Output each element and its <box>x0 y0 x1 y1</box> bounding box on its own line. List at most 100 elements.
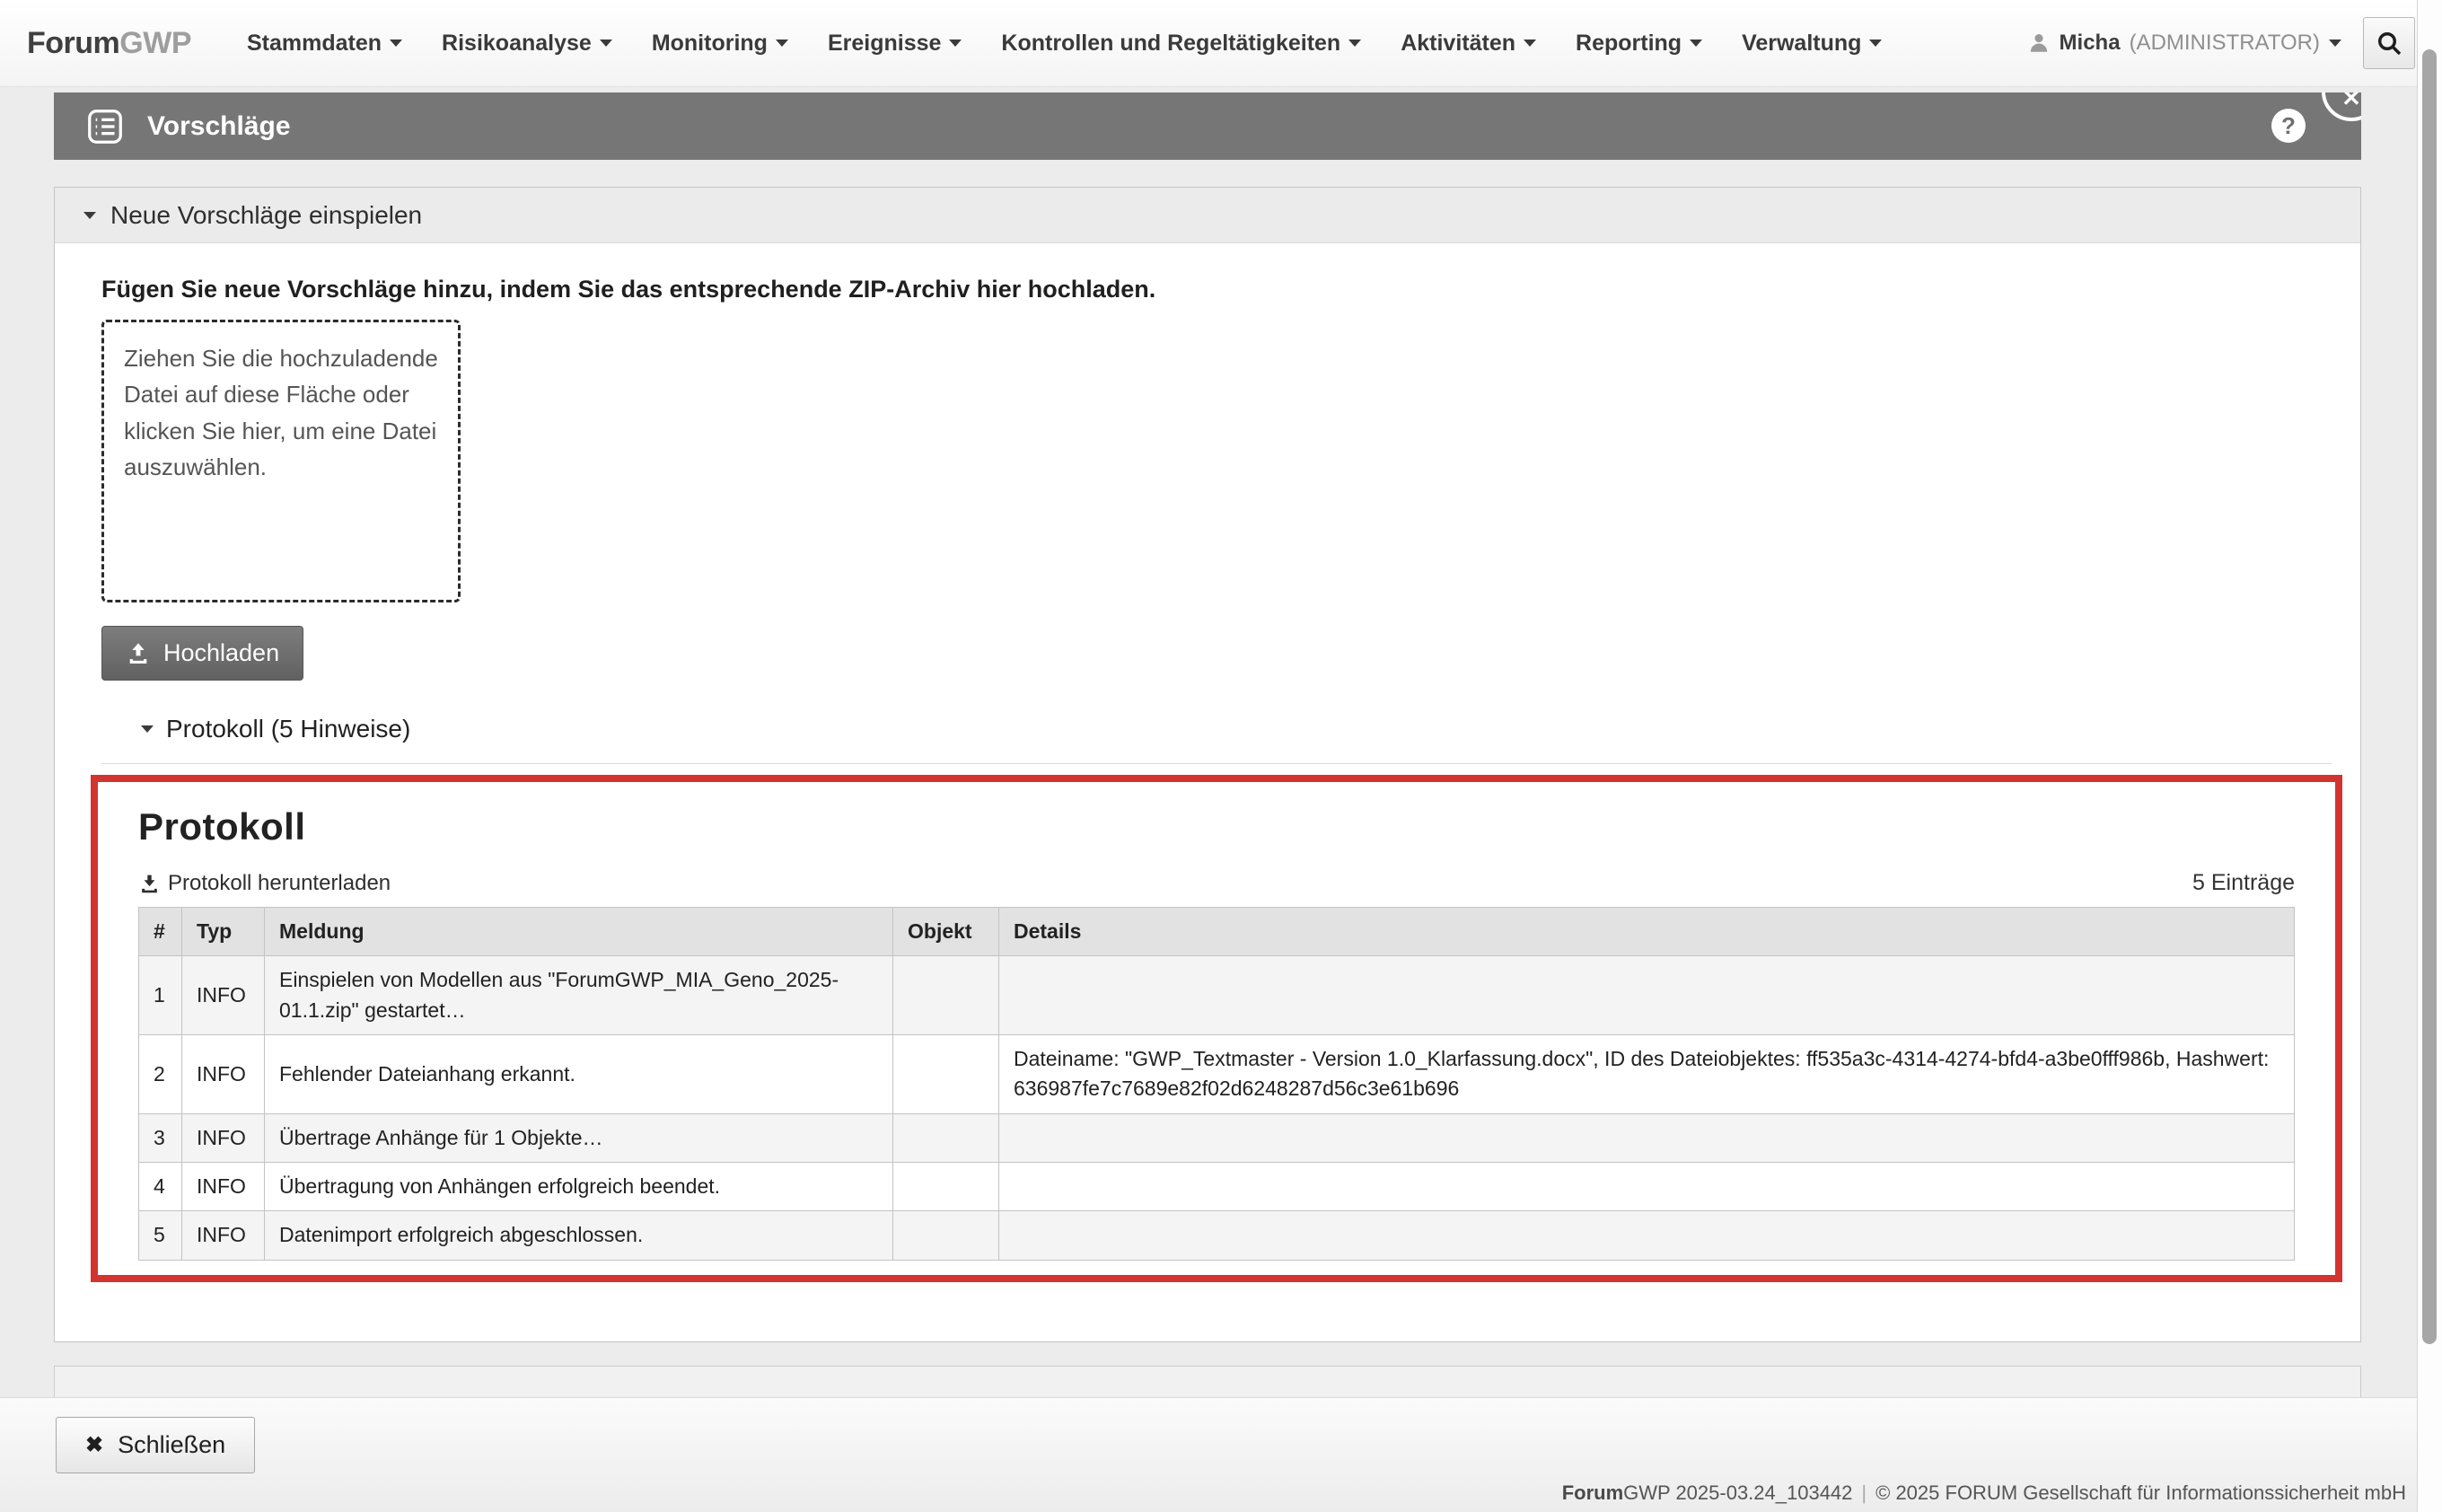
menu-kontrollen-und-regeltaetigkeiten[interactable]: Kontrollen und Regeltätigkeiten <box>1001 31 1361 57</box>
menu-verwaltung[interactable]: Verwaltung <box>1742 31 1882 57</box>
cell-meldung: Übertrage Anhänge für 1 Objekte… <box>265 1113 893 1162</box>
chevron-down-icon <box>600 40 612 47</box>
user-menu[interactable]: Micha (ADMINISTRATOR) <box>2027 31 2341 56</box>
table-row[interactable]: 2 INFO Fehlender Dateianhang erkannt. Da… <box>139 1035 2295 1114</box>
cell-num: 1 <box>139 956 182 1035</box>
protocol-title: Protokoll <box>138 805 2295 848</box>
file-dropzone[interactable]: Ziehen Sie die hochzuladende Datei auf d… <box>101 320 461 602</box>
table-row[interactable]: 3 INFO Übertrage Anhänge für 1 Objekte… <box>139 1113 2295 1162</box>
menu-monitoring[interactable]: Monitoring <box>652 31 788 57</box>
scrollbar-thumb[interactable] <box>2422 49 2437 1344</box>
chevron-down-icon <box>141 725 154 733</box>
cell-details <box>999 1163 2295 1211</box>
question-icon: ? <box>2281 112 2296 140</box>
close-icon: ✖ <box>85 1432 103 1458</box>
chevron-down-icon <box>2329 40 2341 47</box>
table-row[interactable]: 5 INFO Datenimport erfolgreich abgeschlo… <box>139 1211 2295 1260</box>
upload-button[interactable]: Hochladen <box>101 626 303 681</box>
upload-section-content: Fügen Sie neue Vorschläge hinzu, indem S… <box>55 243 2360 1309</box>
protocol-download-link[interactable]: Protokoll herunterladen <box>138 871 391 896</box>
dialog-body: Neue Vorschläge einspielen Fügen Sie neu… <box>54 187 2361 1342</box>
column-header-num: # <box>139 908 182 956</box>
dialog-title: Vorschläge <box>147 111 291 142</box>
chevron-down-icon <box>1690 40 1702 47</box>
cell-typ: INFO <box>182 956 265 1035</box>
dropzone-text: Ziehen Sie die hochzuladende Datei auf d… <box>124 340 438 485</box>
cell-details <box>999 956 2295 1035</box>
cell-objekt <box>893 1035 999 1114</box>
top-navbar: ForumGWP Stammdaten Risikoanalyse Monito… <box>0 0 2442 87</box>
cell-objekt <box>893 1113 999 1162</box>
protocol-download-label: Protokoll herunterladen <box>168 871 391 896</box>
cell-num: 4 <box>139 1163 182 1211</box>
cell-meldung: Datenimport erfolgreich abgeschlossen. <box>265 1211 893 1260</box>
app-version-line: ForumGWP 2025-03.24_103442|© 2025 FORUM … <box>1562 1481 2406 1505</box>
logo-part-forum: Forum <box>27 26 119 60</box>
menu-aktivitaeten[interactable]: Aktivitäten <box>1401 31 1536 57</box>
dialog-close-button[interactable]: ✕ <box>2322 92 2361 121</box>
protokoll-toggle-label: Protokoll (5 Hinweise) <box>166 715 410 743</box>
help-button[interactable]: ? <box>2271 109 2306 143</box>
protocol-table: # Typ Meldung Objekt Details 1 INFO Eins… <box>138 907 2295 1261</box>
cell-details <box>999 1113 2295 1162</box>
main-menu: Stammdaten Risikoanalyse Monitoring Erei… <box>247 31 1882 57</box>
chevron-down-icon <box>390 40 402 47</box>
chevron-down-icon <box>1869 40 1882 47</box>
cell-typ: INFO <box>182 1035 265 1114</box>
accordion-neue-vorschlaege[interactable]: Neue Vorschläge einspielen <box>55 188 2360 243</box>
accordion-protokoll-hinweise[interactable]: Protokoll (5 Hinweise) <box>141 715 2342 743</box>
table-row[interactable]: 1 INFO Einspielen von Modellen aus "Foru… <box>139 956 2295 1035</box>
cell-num: 3 <box>139 1113 182 1162</box>
close-button-label: Schließen <box>118 1431 225 1459</box>
list-icon <box>84 106 126 147</box>
column-header-meldung: Meldung <box>265 908 893 956</box>
scrollbar-track[interactable] <box>2417 0 2442 1512</box>
chevron-down-icon <box>949 40 962 47</box>
cell-meldung: Übertragung von Anhängen erfolgreich bee… <box>265 1163 893 1211</box>
menu-risikoanalyse[interactable]: Risikoanalyse <box>442 31 612 57</box>
logo-part-gwp: GWP <box>119 26 191 60</box>
table-header-row: # Typ Meldung Objekt Details <box>139 908 2295 956</box>
divider <box>101 763 2332 764</box>
search-icon <box>2375 29 2403 57</box>
cell-meldung: Einspielen von Modellen aus "ForumGWP_MI… <box>265 956 893 1035</box>
dialog-footer: ✖ Schließen ForumGWP 2025-03.24_103442|©… <box>0 1397 2442 1512</box>
cell-num: 5 <box>139 1211 182 1260</box>
close-dialog-button[interactable]: ✖ Schließen <box>56 1417 255 1473</box>
cell-typ: INFO <box>182 1113 265 1162</box>
cell-details: Dateiname: "GWP_Textmaster - Version 1.0… <box>999 1035 2295 1114</box>
next-panel-partial <box>54 1366 2361 1402</box>
dialog-titlebar: Vorschläge ? ✕ <box>54 92 2361 160</box>
cell-typ: INFO <box>182 1211 265 1260</box>
menu-ereignisse[interactable]: Ereignisse <box>828 31 962 57</box>
chevron-down-icon <box>776 40 788 47</box>
chevron-down-icon <box>1348 40 1361 47</box>
user-role: (ADMINISTRATOR) <box>2130 31 2320 56</box>
table-row[interactable]: 4 INFO Übertragung von Anhängen erfolgre… <box>139 1163 2295 1211</box>
accordion-label: Neue Vorschläge einspielen <box>110 201 422 230</box>
chevron-down-icon <box>83 212 96 219</box>
search-button[interactable] <box>2363 17 2415 69</box>
person-icon <box>2027 31 2051 55</box>
column-header-details: Details <box>999 908 2295 956</box>
app-logo[interactable]: ForumGWP <box>27 26 191 61</box>
protocol-highlight-box: Protokoll Protokoll herunterladen 5 Eint… <box>91 775 2342 1282</box>
upload-instruction: Fügen Sie neue Vorschläge hinzu, indem S… <box>101 276 2342 303</box>
cell-num: 2 <box>139 1035 182 1114</box>
user-name: Micha <box>2060 31 2121 56</box>
chevron-down-icon <box>1524 40 1536 47</box>
menu-reporting[interactable]: Reporting <box>1576 31 1702 57</box>
menu-stammdaten[interactable]: Stammdaten <box>247 31 402 57</box>
cell-typ: INFO <box>182 1163 265 1211</box>
cell-objekt <box>893 1211 999 1260</box>
upload-button-label: Hochladen <box>163 639 279 667</box>
column-header-objekt: Objekt <box>893 908 999 956</box>
upload-icon <box>126 641 151 666</box>
cell-objekt <box>893 1163 999 1211</box>
cell-meldung: Fehlender Dateianhang erkannt. <box>265 1035 893 1114</box>
download-icon <box>138 873 161 895</box>
close-icon: ✕ <box>2341 92 2361 112</box>
cell-details <box>999 1211 2295 1260</box>
cell-objekt <box>893 956 999 1035</box>
entries-count: 5 Einträge <box>2192 870 2295 896</box>
